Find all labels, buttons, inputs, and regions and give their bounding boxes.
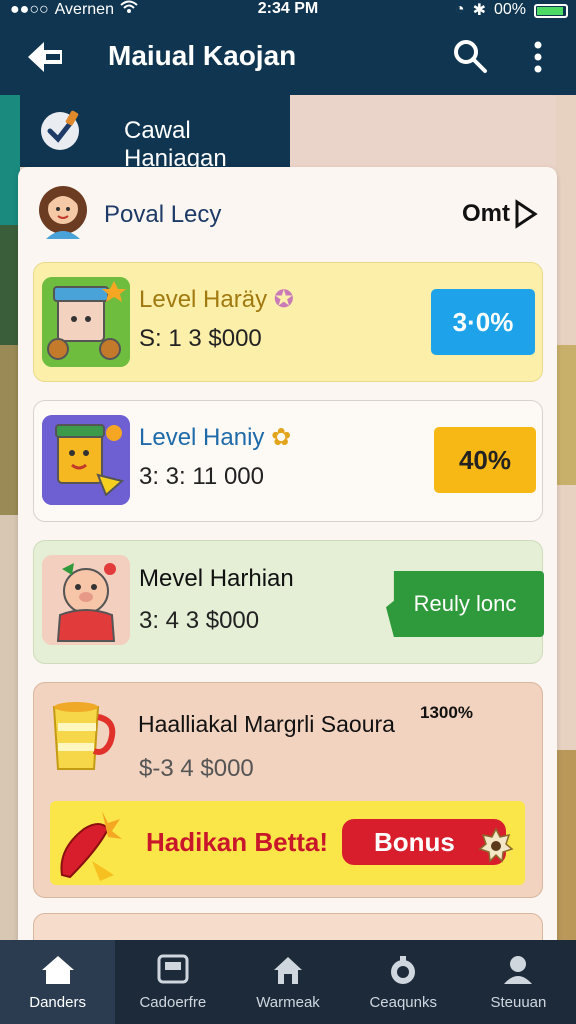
nav-label: Ceaqunks xyxy=(369,994,437,1011)
bluetooth-icon: ✱ xyxy=(472,2,486,19)
main-card: Poval Lecy Omt Level Haräy ✪ S: 1 3 $000… xyxy=(18,167,557,957)
status-bar: ●●○○ Avernen 2:34 PM ◔ ✱ 00% xyxy=(0,0,576,22)
star-badge-icon: ✪ xyxy=(273,286,294,313)
nav-label: Warmeak xyxy=(256,994,320,1011)
list-item[interactable]: Mevel Harhian 3: 4 3 $000 Reuly lonc xyxy=(33,540,544,664)
avatar xyxy=(39,186,87,239)
background-block xyxy=(0,515,20,945)
profile-name: Poval Lecy xyxy=(104,201,222,228)
nav-item-coins[interactable]: Ceaqunks xyxy=(346,940,461,1024)
item-value: $-3 4 $000 xyxy=(139,755,254,782)
home-icon xyxy=(41,956,74,984)
page-title: Maiual Kaojan xyxy=(108,40,297,71)
pig-character-icon xyxy=(42,555,130,645)
bottom-navigation: Danders Cadoerfre Warmeak Ceaqunks Steuu… xyxy=(0,940,576,1024)
background-block xyxy=(556,750,576,945)
profile-action-button[interactable]: Omt xyxy=(462,199,538,229)
battery-icon xyxy=(534,4,568,18)
item-value: S: 1 3 $000 xyxy=(139,325,262,352)
search-icon[interactable] xyxy=(452,38,488,74)
nav-label: Cadoerfre xyxy=(139,994,207,1011)
card-icon xyxy=(157,954,189,984)
background-block xyxy=(0,225,20,345)
nav-item-home[interactable]: Danders xyxy=(0,940,116,1024)
toy-truck-icon xyxy=(42,277,130,367)
background-block xyxy=(556,345,576,485)
nav-item-profile[interactable]: Steuuan xyxy=(461,940,576,1024)
item-name: Level Haräy ✪ xyxy=(139,286,294,313)
percent-badge[interactable]: 3·0% xyxy=(431,289,535,355)
category-label: Cawal Haniagan xyxy=(124,117,227,172)
tulip-badge-icon: ✿ xyxy=(271,424,292,451)
percent-badge[interactable]: 40% xyxy=(434,427,536,493)
gear-badge-icon xyxy=(478,827,514,863)
play-arrow-icon xyxy=(515,199,538,229)
item-value: 3: 3: 11 000 xyxy=(139,463,264,490)
toy-box-icon xyxy=(42,415,130,505)
background-block xyxy=(290,95,576,170)
item-name: Mevel Harhian xyxy=(139,565,294,592)
chili-pepper-icon xyxy=(60,811,122,881)
nav-item-warmeak[interactable]: Warmeak xyxy=(230,940,345,1024)
item-percent: 1300% xyxy=(420,703,473,722)
coins-icon xyxy=(391,956,416,984)
list-item[interactable]: Level Haräy ✪ S: 1 3 $000 3·0% xyxy=(33,262,543,382)
house-icon xyxy=(274,957,302,984)
promo-text: Hadikan Betta! xyxy=(146,827,329,857)
profile-action-label: Omt xyxy=(462,200,510,227)
category-tab[interactable]: Cawal Haniagan xyxy=(20,95,290,172)
nav-label: Danders xyxy=(29,994,86,1011)
battery-percent: 00% xyxy=(493,1,526,18)
location-icon: ◔ xyxy=(454,1,465,18)
mug-icon xyxy=(52,702,116,770)
back-icon[interactable] xyxy=(24,36,66,78)
background-block xyxy=(0,95,20,225)
nav-item-cards[interactable]: Cadoerfre xyxy=(115,940,230,1024)
app-bar: Maiual Kaojan xyxy=(0,22,576,95)
list-item[interactable]: Level Haniy ✿ 3: 3: 11 000 40% xyxy=(33,400,543,522)
item-name: Haalliakal Margrli Saoura xyxy=(138,711,395,737)
checkmark-badge-icon xyxy=(41,110,79,150)
more-menu-icon[interactable] xyxy=(528,40,548,74)
list-item[interactable]: Haalliakal Margrli Saoura 1300% $-3 4 $0… xyxy=(33,682,543,898)
ready-button[interactable]: Reuly lonc xyxy=(386,571,544,637)
promo-banner[interactable]: Hadikan Betta! Bonus xyxy=(50,801,525,885)
item-name: Level Haniy ✿ xyxy=(139,424,292,451)
nav-label: Steuuan xyxy=(490,994,547,1011)
background-block xyxy=(0,345,20,515)
person-icon xyxy=(504,956,533,984)
profile-row[interactable]: Poval Lecy Omt xyxy=(38,185,538,243)
item-value: 3: 4 3 $000 xyxy=(139,607,260,634)
